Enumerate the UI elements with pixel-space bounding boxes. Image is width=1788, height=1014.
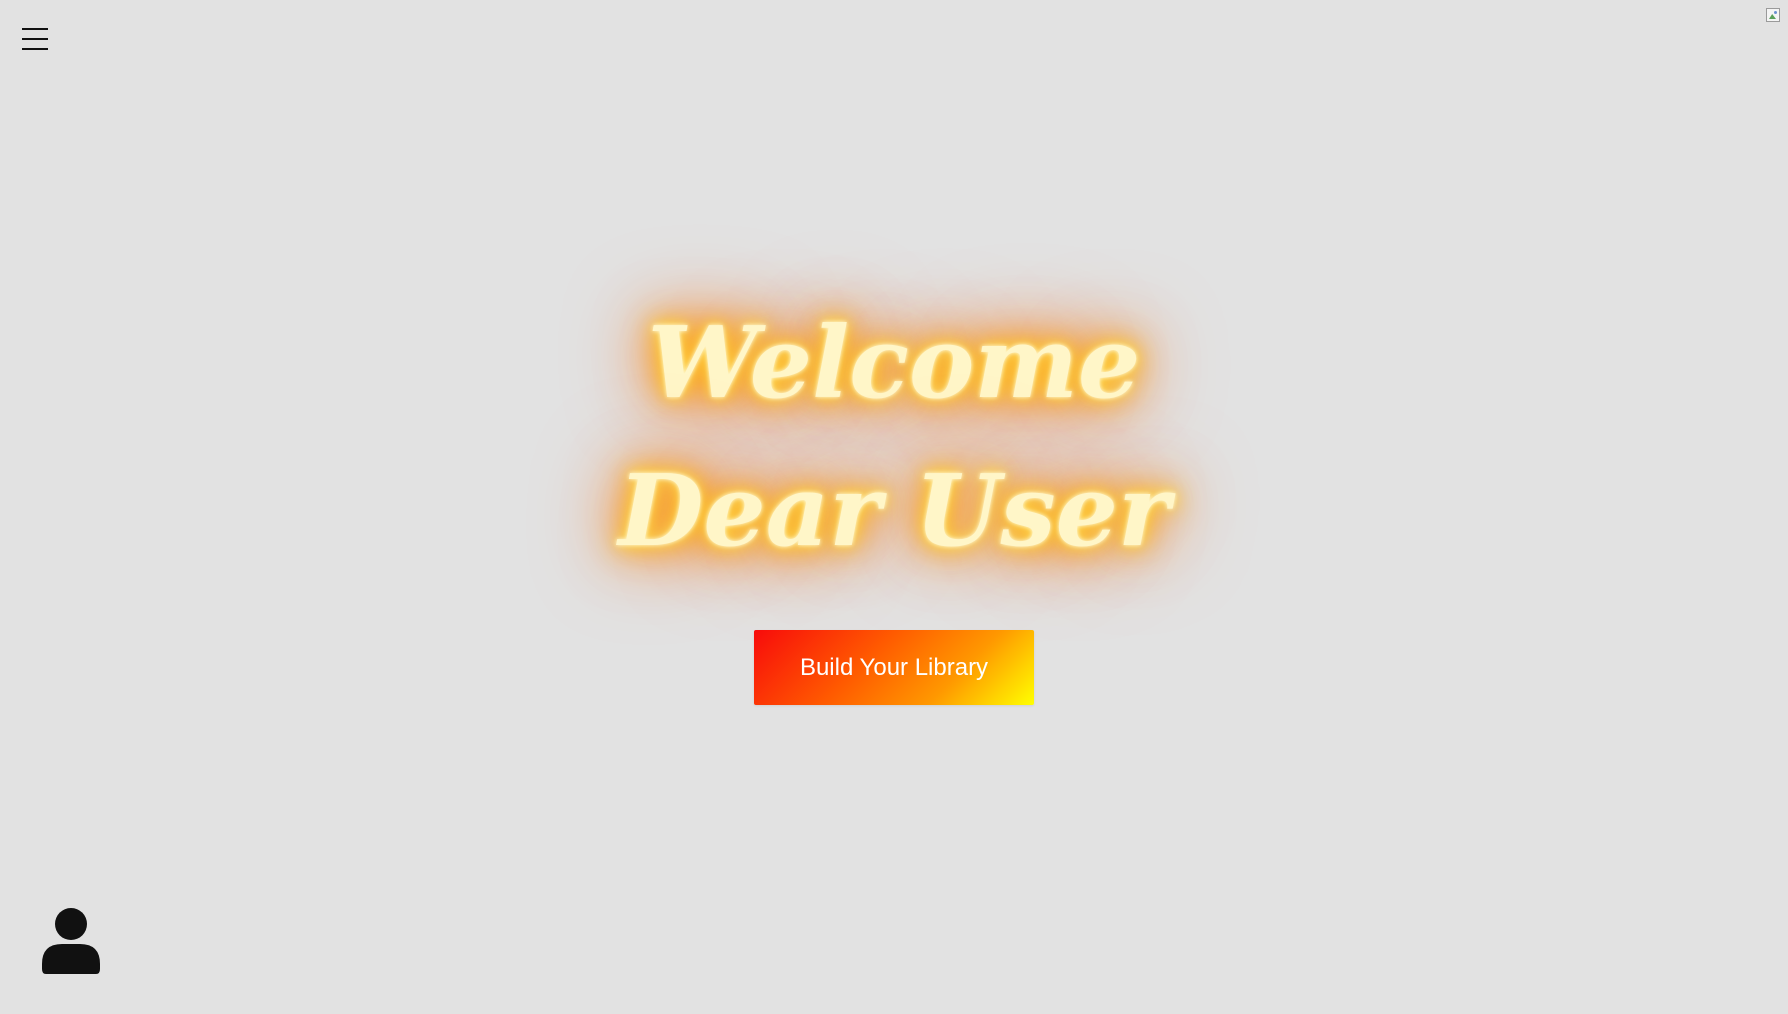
hamburger-menu-icon[interactable]	[22, 26, 48, 52]
broken-image-icon	[1766, 8, 1780, 22]
build-library-button[interactable]: Build Your Library	[754, 630, 1034, 705]
welcome-heading: Welcome Dear User	[618, 306, 1170, 569]
landing-page: Welcome Dear User Build Your Library	[0, 0, 1788, 1014]
user-profile-icon[interactable]	[42, 908, 100, 974]
menu-bar-line	[22, 37, 48, 41]
menu-bar-line	[22, 28, 48, 31]
menu-bar-line	[22, 47, 48, 50]
